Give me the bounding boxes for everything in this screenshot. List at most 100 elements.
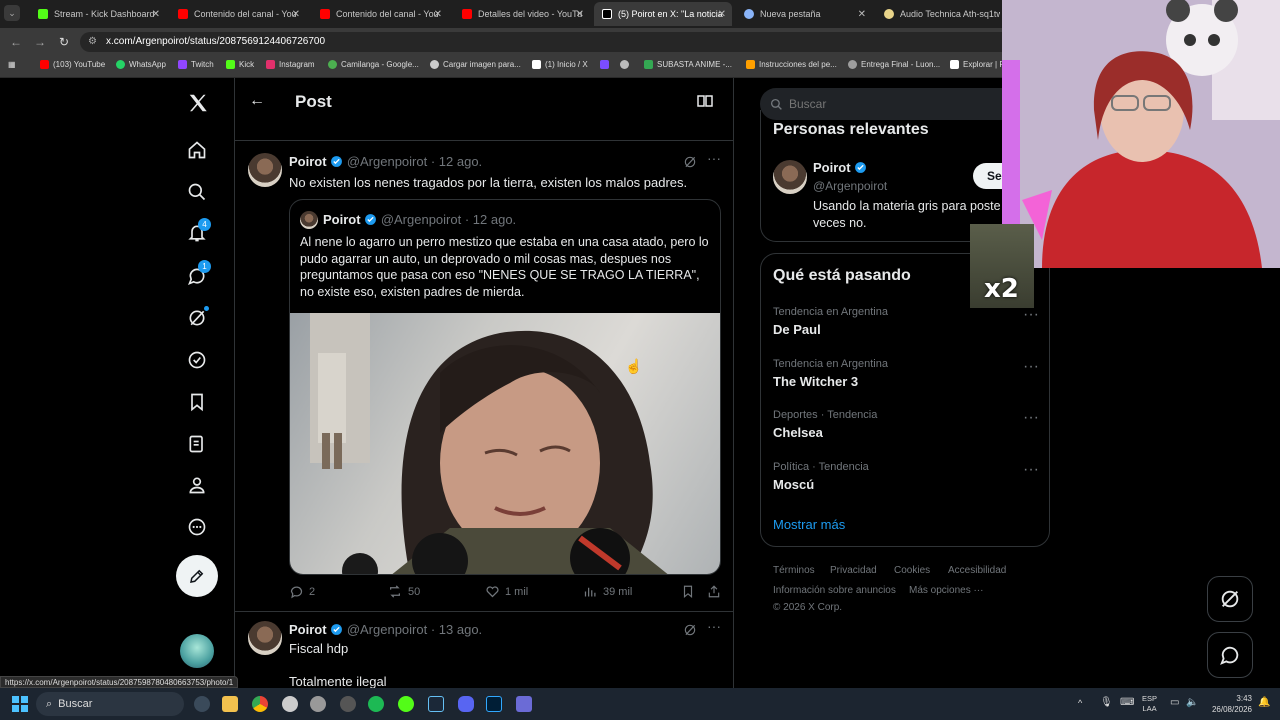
- x-logo-icon[interactable]: [186, 91, 210, 115]
- bookmark-youtube[interactable]: (103) YouTube: [40, 60, 105, 69]
- more-options-icon[interactable]: ···: [1023, 461, 1039, 479]
- bookmarks-icon[interactable]: [186, 391, 208, 413]
- bookmark-explorar[interactable]: Explorar | P: [950, 60, 1005, 69]
- person-name-line[interactable]: Poirot: [813, 160, 867, 175]
- tweet-date[interactable]: · 12 ago.: [431, 154, 482, 169]
- more-options-link[interactable]: Más opciones ···: [909, 585, 983, 596]
- back-icon[interactable]: ←: [8, 34, 24, 50]
- ads-info-link[interactable]: Información sobre anuncios: [773, 585, 896, 596]
- terms-link[interactable]: Términos: [773, 565, 815, 576]
- avatar[interactable]: [248, 621, 282, 655]
- tab-x-poirot[interactable]: (5) Poirot en X: "La noticia ✕: [594, 2, 732, 26]
- trend-item[interactable]: Tendencia en Argentina De Paul ···: [773, 306, 1043, 337]
- tweet-date[interactable]: · 13 ago.: [431, 622, 482, 637]
- obs-icon[interactable]: [282, 696, 298, 712]
- tab-new-tab[interactable]: Nueva pestaña ✕: [736, 2, 872, 26]
- avatar[interactable]: [248, 153, 282, 187]
- tab-youtube-2[interactable]: Contenido del canal - You ✕: [312, 2, 448, 26]
- close-icon[interactable]: ✕: [576, 9, 584, 20]
- network-icon[interactable]: ▭: [1170, 697, 1179, 708]
- messages-float-button[interactable]: [1207, 632, 1253, 678]
- lists-icon[interactable]: [186, 433, 208, 455]
- tweet-photo[interactable]: [290, 313, 720, 574]
- tab-kick[interactable]: Stream - Kick Dashboard ✕: [30, 2, 166, 26]
- app-icon[interactable]: [516, 696, 532, 712]
- kick-app-icon[interactable]: [398, 696, 414, 712]
- forward-icon[interactable]: →: [32, 34, 48, 50]
- bookmark-entrega[interactable]: Entrega Final - Luon...: [848, 60, 940, 69]
- grok-icon[interactable]: [683, 155, 697, 174]
- tab-audio-technica[interactable]: Audio Technica Ath-sq1tw: [876, 2, 1000, 26]
- cookies-link[interactable]: Cookies: [894, 565, 930, 576]
- trend-item[interactable]: Deportes · Tendencia Chelsea ···: [773, 409, 1043, 440]
- tweet[interactable]: Poirot @Argenpoirot · 13 ago. ··· Fiscal…: [235, 612, 733, 688]
- bookmark-purple[interactable]: [600, 60, 613, 69]
- chevron-up-icon[interactable]: ^: [1078, 698, 1082, 708]
- quoted-tweet[interactable]: Poirot @Argenpoirot · 12 ago. Al nene lo…: [289, 199, 721, 575]
- tab-youtube-1[interactable]: Contenido del canal - You ✕: [170, 2, 306, 26]
- bookmark-x-home[interactable]: (1) Inicio / X: [532, 60, 588, 69]
- file-explorer-icon[interactable]: [222, 696, 238, 712]
- more-options-icon[interactable]: ···: [1023, 306, 1039, 324]
- author-handle[interactable]: @Argenpoirot: [347, 154, 427, 169]
- microphone-icon[interactable]: 🎙: [1100, 697, 1113, 708]
- tab-youtube-3[interactable]: Detalles del video - YouTu ✕: [454, 2, 590, 26]
- bookmark-whatsapp[interactable]: WhatsApp: [116, 60, 166, 69]
- verified-orgs-icon[interactable]: [186, 349, 208, 371]
- windows-start-icon[interactable]: [12, 696, 28, 712]
- volume-icon[interactable]: 🔈: [1186, 697, 1198, 708]
- messages-icon[interactable]: 1: [186, 260, 211, 287]
- reader-icon[interactable]: [697, 94, 713, 113]
- bookmark-cargar-imagen[interactable]: Cargar imagen para...: [430, 60, 521, 69]
- language-indicator[interactable]: ESP LAA: [1142, 694, 1157, 714]
- repost-button[interactable]: 50: [387, 584, 420, 599]
- accessibility-link[interactable]: Accesibilidad: [948, 565, 1006, 576]
- close-icon[interactable]: ✕: [434, 9, 442, 20]
- search-icon[interactable]: [186, 181, 208, 203]
- bookmark-instrucciones[interactable]: Instrucciones del pe...: [746, 60, 837, 69]
- taskbar-search[interactable]: ⌕ Buscar: [36, 692, 184, 716]
- notification-bell-icon[interactable]: 🔔: [1258, 697, 1270, 708]
- close-icon[interactable]: ✕: [292, 9, 300, 20]
- views-button[interactable]: 39 mil: [583, 584, 632, 599]
- url-input[interactable]: ⚙ x.com/Argenpoirot/status/2087569124406…: [80, 32, 1080, 52]
- close-icon[interactable]: ✕: [858, 9, 866, 20]
- grok-float-button[interactable]: [1207, 576, 1253, 622]
- bookmark-camilanga[interactable]: Camilanga - Google...: [328, 60, 419, 69]
- more-options-icon[interactable]: ···: [707, 618, 721, 634]
- home-icon[interactable]: [186, 139, 208, 161]
- show-more-link[interactable]: Mostrar más: [773, 517, 845, 532]
- app-icon[interactable]: [340, 696, 356, 712]
- grok-icon[interactable]: [683, 623, 697, 642]
- search-input[interactable]: [789, 97, 1029, 111]
- author-name[interactable]: Poirot: [289, 622, 327, 637]
- discord-icon[interactable]: [458, 696, 474, 712]
- chrome-icon[interactable]: [252, 696, 268, 712]
- more-options-icon[interactable]: ···: [707, 150, 721, 166]
- reload-icon[interactable]: ↻: [56, 34, 72, 50]
- more-options-icon[interactable]: ···: [1023, 409, 1039, 427]
- close-icon[interactable]: ✕: [152, 9, 160, 20]
- photoshop-icon[interactable]: [486, 696, 502, 712]
- avatar[interactable]: [773, 160, 807, 194]
- author-name[interactable]: Poirot: [289, 154, 327, 169]
- bookmark-globe[interactable]: [620, 60, 633, 69]
- task-view-icon[interactable]: [194, 696, 210, 712]
- settings-icon[interactable]: [310, 696, 326, 712]
- profile-icon[interactable]: [186, 474, 208, 496]
- more-icon[interactable]: [186, 516, 208, 538]
- bookmark-subasta[interactable]: SUBASTA ANIME -...: [644, 60, 732, 69]
- reply-button[interactable]: 2: [289, 584, 315, 599]
- close-icon[interactable]: ✕: [718, 9, 726, 20]
- account-avatar[interactable]: [180, 634, 214, 668]
- more-options-icon[interactable]: ···: [1023, 358, 1039, 376]
- spotify-icon[interactable]: [368, 696, 384, 712]
- trend-item[interactable]: Política · Tendencia Moscú ···: [773, 461, 1043, 492]
- keyboard-icon[interactable]: ⌨: [1120, 697, 1134, 708]
- bookmark-instagram[interactable]: Instagram: [266, 60, 315, 69]
- bookmark-icon[interactable]: [681, 584, 695, 602]
- trend-item[interactable]: Tendencia en Argentina The Witcher 3 ···: [773, 358, 1043, 389]
- author-handle[interactable]: @Argenpoirot: [347, 622, 427, 637]
- grok-icon[interactable]: [186, 306, 209, 329]
- like-button[interactable]: 1 mil: [485, 584, 528, 599]
